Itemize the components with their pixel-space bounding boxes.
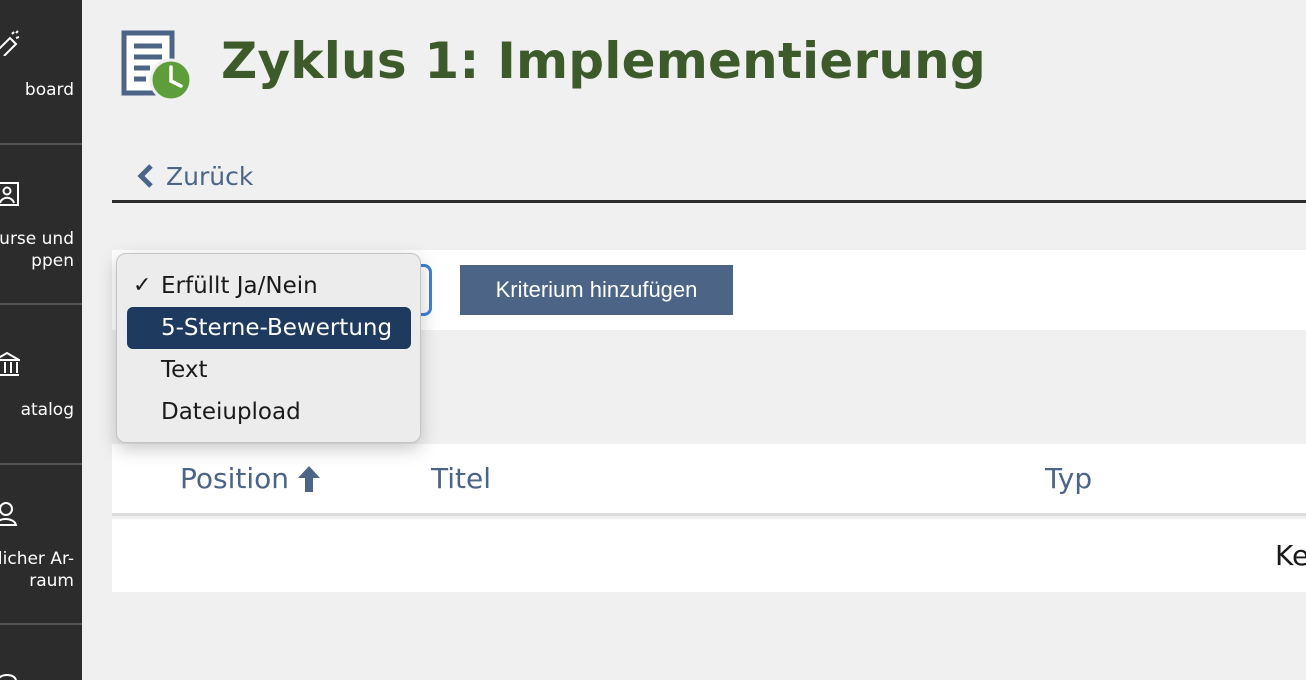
arrow-up-icon: [298, 465, 321, 492]
back-link-label: Zurück: [166, 161, 254, 191]
menu-option-label: Text: [161, 357, 208, 383]
workspace-icon: [0, 502, 18, 526]
sidebar-item-label: urse und ppen: [0, 229, 74, 271]
menu-option-yes-no[interactable]: ✓ Erfüllt Ja/Nein: [127, 265, 411, 307]
criterion-type-menu: ✓ Erfüllt Ja/Nein 5-Sterne-Bewertung Tex…: [116, 253, 421, 443]
column-header-label: Titel: [431, 462, 492, 495]
catalog-icon: [0, 351, 20, 376]
sidebar-item-dashboard[interactable]: board: [0, 0, 82, 144]
sidebar-item-label: board: [24, 80, 74, 100]
chevron-left-icon: [137, 164, 153, 188]
checkmark-icon: ✓: [133, 273, 152, 298]
sidebar-item-workspace[interactable]: licher Ar- raum: [0, 465, 82, 623]
column-header-position[interactable]: Position: [180, 462, 321, 495]
table-body: Ke: [112, 519, 1306, 592]
menu-option-label: 5-Sterne-Bewertung: [161, 315, 393, 341]
menu-option-five-star[interactable]: 5-Sterne-Bewertung: [127, 307, 411, 349]
table-header: Position Titel Typ: [112, 444, 1306, 516]
empty-table-message: Ke: [1275, 539, 1306, 572]
menu-option-file-upload[interactable]: Dateiupload: [127, 391, 411, 433]
menu-option-text[interactable]: Text: [127, 349, 411, 391]
column-header-type[interactable]: Typ: [1045, 462, 1092, 495]
page-title: Zyklus 1: Implementierung: [221, 32, 986, 90]
sidebar-item-catalog[interactable]: atalog: [0, 305, 82, 463]
menu-option-label: Erfüllt Ja/Nein: [161, 273, 318, 299]
sidebar-item-more[interactable]: [0, 625, 82, 680]
column-header-title[interactable]: Titel: [431, 462, 491, 495]
header-divider: [112, 200, 1306, 203]
sidebar-item-label: atalog: [20, 400, 74, 420]
add-criterion-button[interactable]: Kriterium hinzufügen: [460, 265, 733, 315]
menu-option-label: Dateiupload: [161, 399, 301, 425]
column-header-label: Position: [180, 462, 290, 495]
sidebar-item-courses[interactable]: urse und ppen: [0, 145, 82, 303]
courses-icon: [0, 182, 19, 206]
back-link[interactable]: Zurück: [136, 160, 253, 192]
partial-icon: [0, 674, 17, 680]
sidebar-item-label: licher Ar- raum: [0, 549, 74, 591]
assignment-clock-icon: [121, 30, 193, 102]
column-header-label: Typ: [1045, 462, 1093, 495]
main-sidebar: board urse und ppen atalog licher Ar- ra…: [0, 0, 82, 680]
dashboard-icon: [0, 30, 20, 56]
